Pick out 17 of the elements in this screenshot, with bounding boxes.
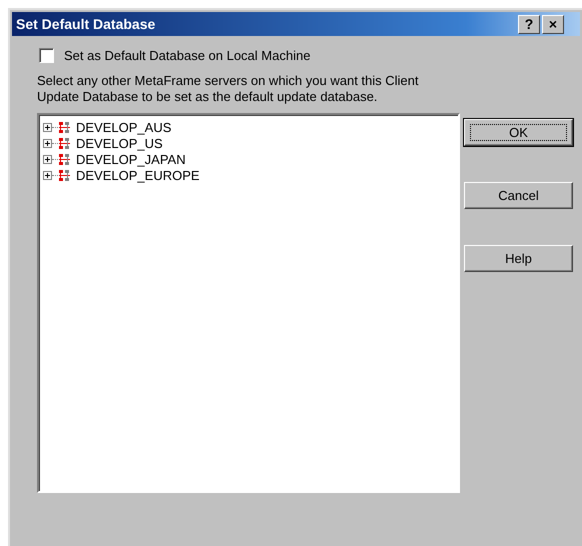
close-button[interactable]: × <box>542 14 564 34</box>
expand-icon[interactable] <box>43 122 52 132</box>
dialog-button[interactable]: Cancel <box>464 182 573 209</box>
checkbox-label: Set as Default Database on Local Machine <box>64 48 310 63</box>
expand-icon[interactable] <box>43 154 52 164</box>
tree-item[interactable]: DEVELOP_AUS <box>76 120 172 134</box>
expand-icon[interactable] <box>43 170 52 180</box>
tree-item[interactable]: DEVELOP_EUROPE <box>76 168 200 182</box>
tree-item[interactable]: DEVELOP_US <box>76 136 163 150</box>
checkbox[interactable] <box>39 48 54 63</box>
tree-item[interactable]: DEVELOP_JAPAN <box>76 152 186 166</box>
dialog-button[interactable]: Help <box>464 245 573 272</box>
help-button[interactable]: ? <box>518 14 540 34</box>
window-title: Set Default Database <box>16 16 156 32</box>
expand-icon[interactable] <box>43 138 52 148</box>
instruction-text: Select any other MetaFrame servers on which you want this Client Update Database to be set as the default update database. <box>37 73 420 105</box>
dialog-button[interactable]: OK <box>464 119 573 146</box>
